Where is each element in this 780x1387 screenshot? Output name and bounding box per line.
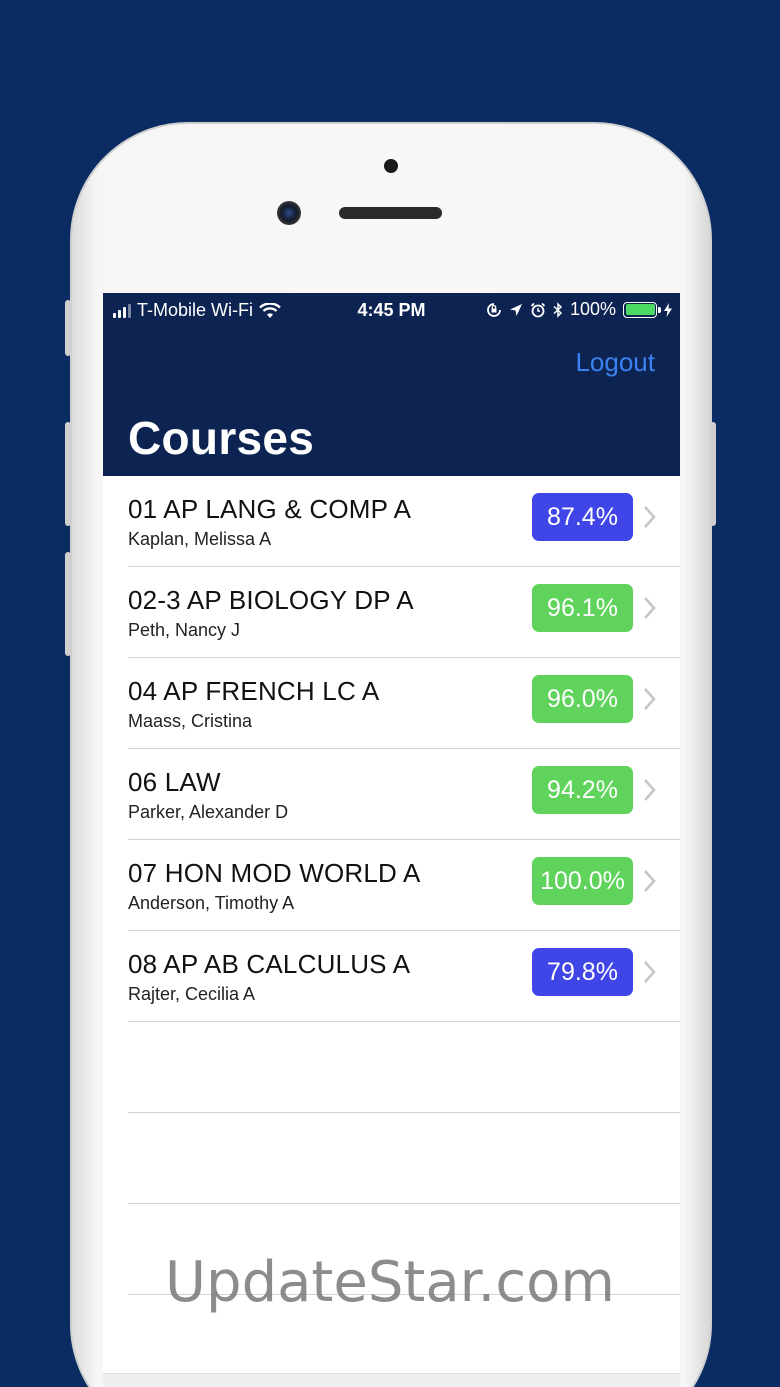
course-name: 07 HON MOD WORLD A [128, 858, 421, 888]
status-right: 100% [486, 299, 672, 320]
course-row[interactable]: 01 AP LANG & COMP A Kaplan, Melissa A 87… [103, 476, 680, 567]
chevron-right-icon [644, 961, 656, 983]
course-row[interactable]: 08 AP AB CALCULUS A Rajter, Cecilia A 79… [103, 931, 680, 1022]
course-name: 08 AP AB CALCULUS A [128, 949, 411, 979]
battery-level-fill [625, 304, 655, 315]
empty-row [103, 1113, 680, 1204]
teacher-name: Rajter, Cecilia A [128, 984, 256, 1004]
course-list: 01 AP LANG & COMP A Kaplan, Melissa A 87… [103, 476, 680, 1295]
course-row[interactable]: 04 AP FRENCH LC A Maass, Cristina 96.0% [103, 658, 680, 749]
chevron-right-icon [644, 779, 656, 801]
location-icon [509, 303, 522, 316]
earpiece-speaker [339, 207, 442, 219]
course-name: 06 LAW [128, 767, 221, 797]
alarm-icon [530, 302, 546, 317]
teacher-name: Anderson, Timothy A [128, 893, 295, 913]
proximity-sensor [384, 159, 398, 173]
course-name: 01 AP LANG & COMP A [128, 494, 412, 524]
chevron-right-icon [644, 506, 656, 528]
course-name: 02-3 AP BIOLOGY DP A [128, 585, 414, 615]
battery-percent: 100% [569, 299, 616, 319]
grade-badge: 96.1% [532, 584, 633, 632]
chevron-right-icon [644, 597, 656, 619]
battery-icon [623, 301, 661, 318]
empty-row [103, 1022, 680, 1113]
course-name: 04 AP FRENCH LC A [128, 676, 380, 706]
logout-button[interactable]: Logout [575, 347, 655, 378]
teacher-name: Peth, Nancy J [128, 620, 241, 640]
app-screen: T-Mobile Wi-Fi 4:45 PM 100% Logout Cours… [103, 293, 680, 1387]
teacher-name: Kaplan, Melissa A [128, 529, 272, 549]
status-bar: T-Mobile Wi-Fi 4:45 PM 100% [103, 293, 680, 327]
screen-bottom-edge [103, 1373, 680, 1387]
rotation-lock-icon [487, 302, 501, 317]
watermark: UpdateStar.com [165, 1250, 615, 1315]
grade-badge: 94.2% [532, 766, 633, 814]
navigation-bar: T-Mobile Wi-Fi 4:45 PM 100% Logout Cours… [103, 293, 680, 476]
chevron-right-icon [644, 870, 656, 892]
charging-icon [664, 302, 672, 317]
course-row[interactable]: 07 HON MOD WORLD A Anderson, Timothy A 1… [103, 840, 680, 931]
front-camera-icon [277, 201, 301, 225]
course-row[interactable]: 02-3 AP BIOLOGY DP A Peth, Nancy J 96.1% [103, 567, 680, 658]
bluetooth-icon [553, 301, 563, 318]
teacher-name: Parker, Alexander D [128, 802, 289, 822]
page-title: Courses [128, 412, 315, 464]
chevron-right-icon [644, 688, 656, 710]
background: T-Mobile Wi-Fi 4:45 PM 100% Logout Cours… [0, 0, 780, 1387]
grade-badge: 87.4% [532, 493, 633, 541]
grade-badge: 79.8% [532, 948, 633, 996]
grade-badge: 100.0% [532, 857, 633, 905]
teacher-name: Maass, Cristina [128, 711, 253, 731]
course-row[interactable]: 06 LAW Parker, Alexander D 94.2% [103, 749, 680, 840]
grade-badge: 96.0% [532, 675, 633, 723]
